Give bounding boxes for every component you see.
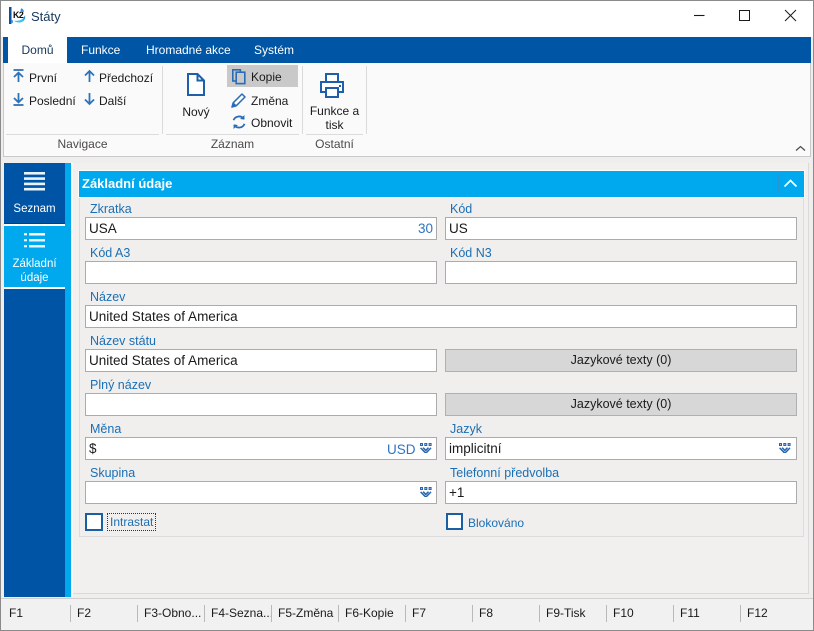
svg-text:K2: K2 <box>13 10 24 20</box>
